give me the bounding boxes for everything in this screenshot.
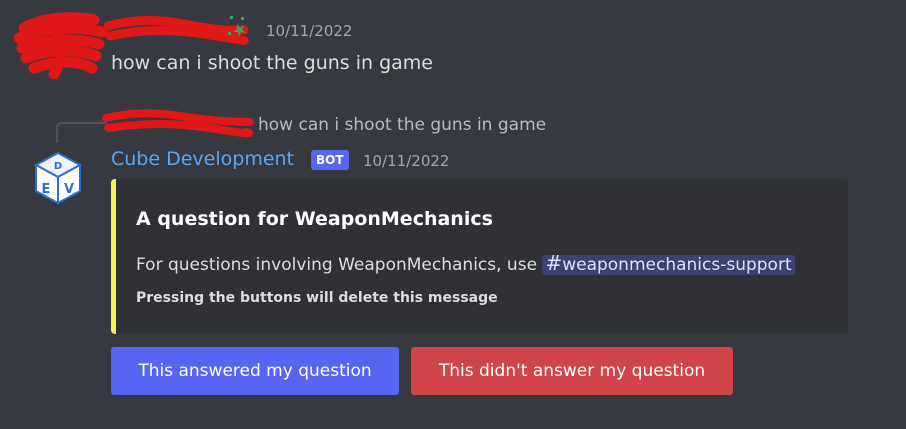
embed-description-text: For questions involving WeaponMechanics,… [136, 255, 538, 275]
redacted-avatar[interactable] [14, 8, 109, 80]
embed-title: A question for WeaponMechanics [136, 208, 493, 230]
message-content: how can i shoot the guns in game [111, 52, 433, 74]
svg-text:V: V [64, 182, 74, 197]
bot-message-timestamp: 10/11/2022 [363, 152, 450, 170]
bot-author-name[interactable]: Cube Development [111, 148, 294, 170]
embed-note: Pressing the buttons will delete this me… [136, 290, 498, 306]
nitro-sparkle-icon [228, 16, 246, 37]
message-timestamp: 10/11/2022 [266, 22, 353, 40]
embed: A question for WeaponMechanics For quest… [111, 179, 848, 334]
bot-badge: BOT [311, 150, 349, 170]
reply-referenced-content[interactable]: how can i shoot the guns in game [258, 115, 546, 135]
embed-description: For questions involving WeaponMechanics,… [136, 251, 795, 275]
redacted-reply-author[interactable] [100, 108, 256, 138]
channel-mention-label: weaponmechanics-support [562, 255, 792, 275]
answered-button[interactable]: This answered my question [111, 347, 399, 395]
svg-text:D: D [54, 161, 62, 172]
channel-mention[interactable]: #weaponmechanics-support [542, 251, 795, 275]
dev-cube-avatar[interactable]: D E V [32, 150, 84, 206]
svg-text:E: E [42, 182, 51, 197]
channel-hash-icon: # [545, 251, 563, 275]
not-answered-button[interactable]: This didn't answer my question [411, 347, 733, 395]
